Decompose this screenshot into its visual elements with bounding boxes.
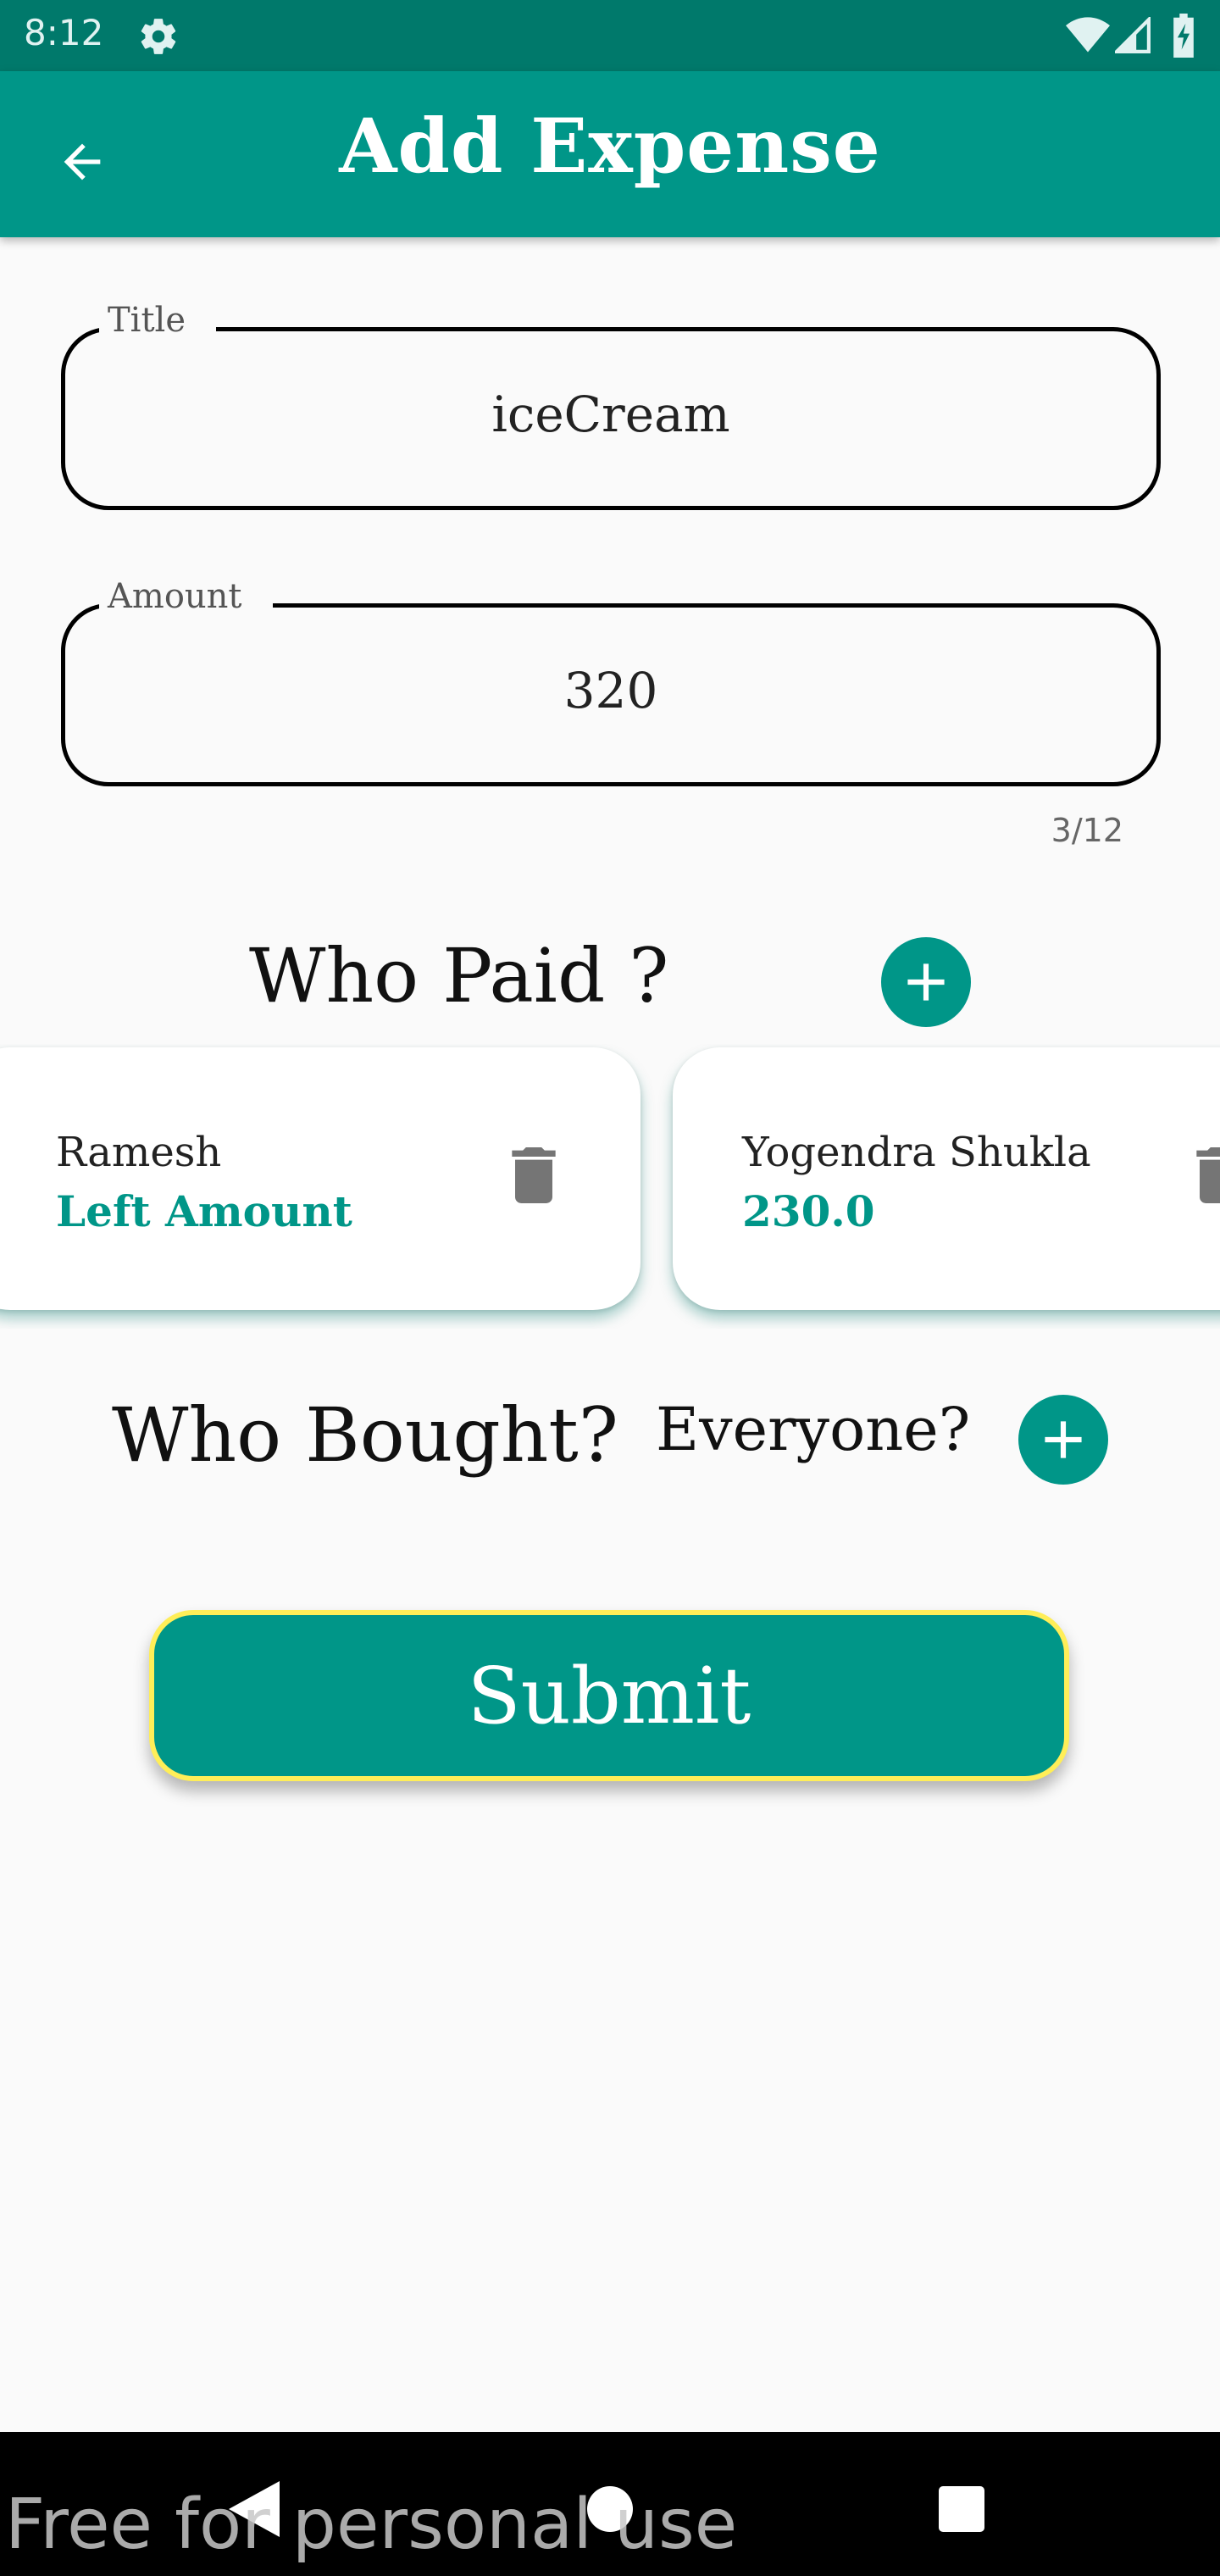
- payer-amount: Left Amount: [56, 1186, 352, 1236]
- amount-input[interactable]: 320: [65, 662, 1156, 719]
- payer-amount: 230.0: [742, 1186, 875, 1236]
- page-title: Add Expense: [339, 102, 881, 190]
- title-input[interactable]: iceCream: [65, 386, 1156, 443]
- amount-field-label: Amount: [99, 577, 273, 616]
- trash-icon[interactable]: [512, 1147, 556, 1203]
- title-field[interactable]: Title iceCream: [61, 301, 1161, 510]
- status-time: 8:12: [24, 12, 104, 53]
- payer-card[interactable]: Yogendra Shukla 230.0: [673, 1047, 1220, 1310]
- payer-card[interactable]: Ramesh Left Amount: [0, 1047, 640, 1310]
- submit-button[interactable]: Submit: [149, 1610, 1069, 1781]
- who-paid-heading: Who Paid ?: [249, 932, 669, 1019]
- watermark-text: Free for personal use: [5, 2484, 738, 2565]
- app-bar: Add Expense: [0, 71, 1220, 237]
- battery-charging-icon: [1173, 14, 1194, 58]
- who-bought-heading: Who Bought?: [112, 1391, 618, 1479]
- add-circle-icon: [1045, 1421, 1082, 1458]
- add-payer-button[interactable]: [881, 937, 971, 1027]
- payer-name: Ramesh: [56, 1129, 222, 1176]
- trash-icon[interactable]: [1196, 1147, 1220, 1203]
- payer-name: Yogendra Shukla: [742, 1129, 1091, 1176]
- character-counter: 3/12: [1051, 812, 1123, 849]
- wifi-icon: [1066, 17, 1110, 53]
- gear-icon: [141, 19, 176, 54]
- payers-list[interactable]: Ramesh Left Amount Yogendra Shukla 230.0: [0, 1044, 1220, 1329]
- title-field-label: Title: [99, 301, 217, 340]
- status-bar: 8:12: [0, 0, 1220, 71]
- amount-field[interactable]: Amount 320: [61, 577, 1161, 786]
- everyone-label[interactable]: Everyone?: [656, 1395, 970, 1464]
- add-circle-icon: [907, 963, 945, 1001]
- nav-recents-icon[interactable]: [939, 2486, 984, 2532]
- add-buyer-button[interactable]: [1018, 1395, 1108, 1485]
- signal-icon: [1115, 17, 1151, 53]
